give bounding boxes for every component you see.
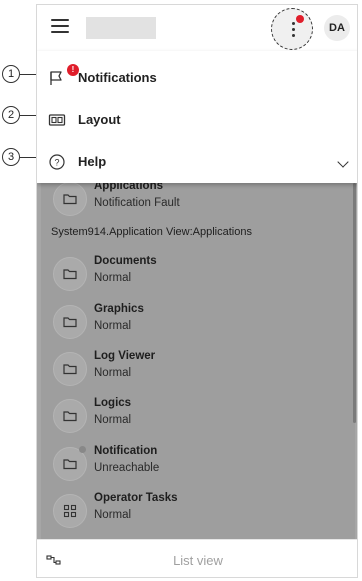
- menu-item-help[interactable]: ? Help: [37, 141, 357, 183]
- group-header: System914.Application View:Applications: [51, 226, 252, 238]
- scrollbar[interactable]: [353, 183, 356, 423]
- hamburger-menu-icon[interactable]: [51, 19, 69, 33]
- item-title: Graphics: [94, 303, 144, 315]
- kebab-dot: [292, 34, 295, 37]
- item-status: Notification Fault: [94, 197, 180, 209]
- grid-icon: [53, 494, 87, 528]
- layout-icon: [48, 111, 66, 129]
- phone-screen: DA Applications Notification Fault Syste…: [36, 4, 358, 578]
- status-indicator-dot: [79, 446, 86, 453]
- list-view-label[interactable]: List view: [37, 553, 357, 568]
- folder-icon: [53, 399, 87, 433]
- list-item[interactable]: Logics Normal: [41, 393, 351, 439]
- app-header: DA: [37, 5, 357, 51]
- list-item[interactable]: Notification Unreachable: [41, 441, 351, 487]
- item-title: Notification: [94, 445, 158, 457]
- item-title: Logics: [94, 397, 132, 409]
- notification-flag-icon: !: [48, 64, 79, 87]
- callout-2: 2: [2, 106, 20, 124]
- menu-item-layout[interactable]: Layout: [37, 99, 357, 141]
- chevron-down-icon[interactable]: [337, 156, 349, 168]
- item-status: Normal: [94, 272, 132, 284]
- folder-icon: [53, 352, 87, 386]
- kebab-dot: [292, 22, 295, 25]
- item-status: Normal: [94, 320, 132, 332]
- folder-icon: [53, 182, 87, 216]
- app-title-placeholder: [86, 17, 156, 39]
- item-status: Normal: [94, 367, 132, 379]
- menu-item-notifications[interactable]: ! Notifications: [37, 57, 357, 99]
- menu-item-label: Notifications: [78, 70, 157, 85]
- kebab-dot: [292, 28, 295, 31]
- more-options-button[interactable]: [271, 8, 313, 50]
- folder-icon: [53, 305, 87, 339]
- list-item[interactable]: Log Viewer Normal: [41, 346, 351, 392]
- list-item[interactable]: Operator Tasks Normal: [41, 488, 351, 534]
- notification-badge: [296, 15, 304, 23]
- callout-3: 3: [2, 148, 20, 166]
- menu-item-label: Help: [78, 154, 107, 169]
- menu-item-label: Layout: [78, 112, 121, 127]
- avatar[interactable]: DA: [324, 15, 350, 41]
- help-icon: ?: [48, 153, 66, 171]
- folder-icon: [53, 257, 87, 291]
- list-item[interactable]: Graphics Normal: [41, 299, 351, 345]
- item-title: Documents: [94, 255, 157, 267]
- options-menu: ! Notifications Layout ? Help: [37, 51, 357, 183]
- svg-text:?: ?: [54, 158, 59, 168]
- item-status: Normal: [94, 509, 132, 521]
- list-item[interactable]: Documents Normal: [41, 251, 351, 297]
- item-status: Unreachable: [94, 462, 160, 474]
- callout-1: 1: [2, 65, 20, 83]
- item-status: Normal: [94, 414, 132, 426]
- item-title: Operator Tasks: [94, 492, 178, 504]
- item-title: Log Viewer: [94, 350, 156, 362]
- bottom-bar: List view: [37, 539, 357, 577]
